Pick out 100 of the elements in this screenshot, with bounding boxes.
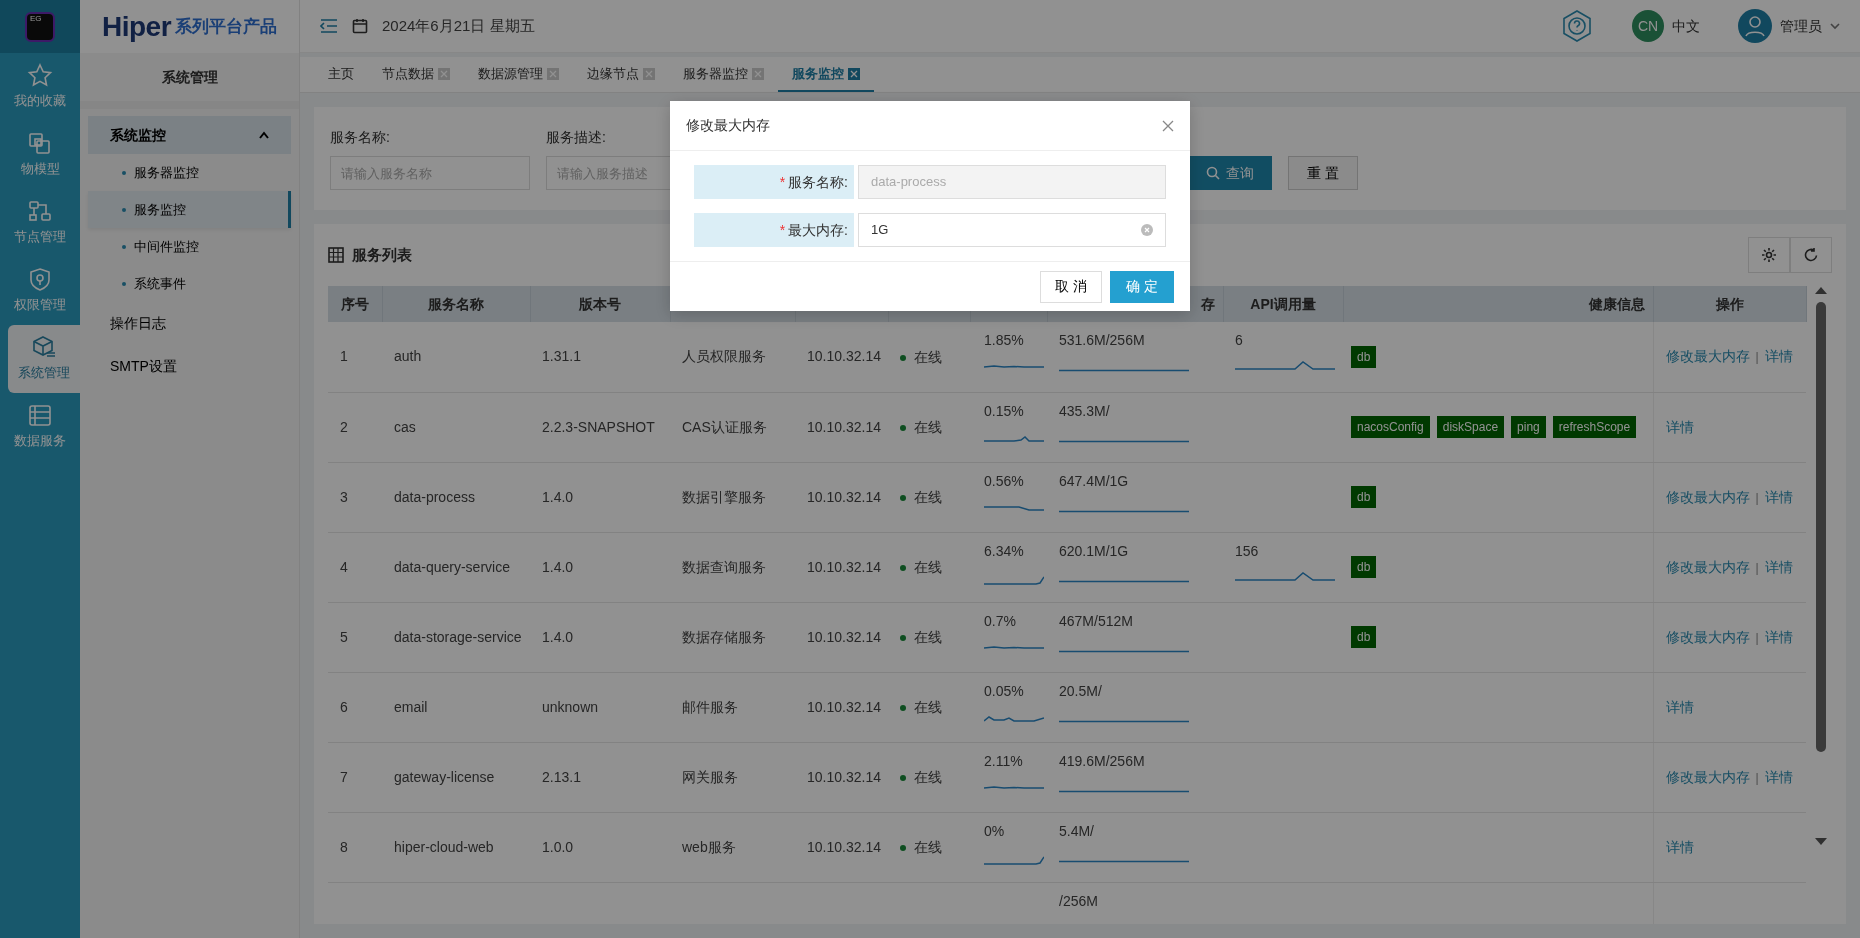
close-icon[interactable] (1162, 119, 1174, 132)
action-link[interactable]: 修改最大内存 (1665, 558, 1750, 575)
scrollbar-thumb[interactable] (1815, 302, 1826, 752)
sidebar-item[interactable]: 服务器监控 (88, 154, 291, 191)
table-cell: data-query-service (394, 558, 510, 575)
table-cell: 10.10.32.14 (807, 488, 881, 505)
clear-icon[interactable] (1141, 224, 1153, 236)
tab[interactable]: 节点数据 (368, 58, 464, 92)
status-text: 在线 (914, 348, 942, 367)
column-header: 服务名称 (428, 295, 484, 312)
status-text: 在线 (914, 838, 942, 858)
table-cell: 8 (340, 838, 348, 855)
action-link[interactable]: 修改最大内存 (1665, 768, 1750, 785)
action-link[interactable]: 详情 (1665, 838, 1694, 855)
tab[interactable]: 边缘节点 (573, 58, 669, 92)
action-link[interactable]: 详情 (1764, 348, 1793, 365)
shield-icon (27, 267, 53, 292)
sidebar-item[interactable]: 中间件监控 (88, 228, 291, 265)
tab[interactable]: 服务监控 (778, 58, 874, 92)
action-link[interactable]: 详情 (1764, 628, 1793, 645)
query-button[interactable]: 查询 (1188, 156, 1272, 190)
list-icon (27, 403, 53, 428)
action-link[interactable]: 详情 (1764, 768, 1793, 785)
scroll-down-icon[interactable] (1814, 838, 1827, 846)
separator: | (1755, 770, 1759, 785)
refresh-icon (1803, 247, 1819, 263)
table-cell: 数据查询服务 (682, 558, 766, 575)
status-text: 在线 (914, 768, 942, 788)
help-icon[interactable] (1560, 9, 1594, 43)
action-link[interactable]: 修改最大内存 (1665, 348, 1750, 365)
action-link[interactable]: 详情 (1764, 488, 1793, 505)
table-cell: 4 (340, 558, 348, 575)
chevron-down-icon[interactable] (1830, 22, 1840, 30)
table-cell: 1.4.0 (542, 558, 574, 575)
user-name[interactable]: 管理员 (1780, 15, 1822, 37)
table-cell: 10.10.32.14 (807, 768, 881, 785)
sidebar-group[interactable]: 系统监控 (88, 116, 291, 154)
rail-item[interactable]: 数据服务 (0, 393, 80, 461)
required-mark: * (779, 172, 786, 192)
refresh-button[interactable] (1790, 237, 1832, 273)
action-link[interactable]: 详情 (1764, 558, 1793, 575)
cancel-button[interactable]: 取 消 (1040, 270, 1103, 303)
rail-item[interactable]: 系统管理 (8, 325, 80, 393)
table-cell: 1.31.1 (542, 348, 581, 365)
table-cell: 5 (340, 628, 348, 645)
bullet-icon (122, 244, 126, 249)
table-cell: web服务 (682, 838, 736, 855)
cpu-usage: 1.85% (984, 331, 1025, 350)
nodes-icon (27, 199, 53, 224)
brand-name: Hiper (101, 9, 172, 44)
settings-icon (1761, 247, 1777, 263)
table-cell: CAS认证服务 (682, 418, 767, 435)
status-dot-icon (900, 354, 906, 361)
bullet-icon (122, 170, 126, 175)
cpu-usage: 0.15% (984, 401, 1025, 421)
confirm-button[interactable]: 确 定 (1110, 270, 1174, 303)
language-avatar[interactable]: CN (1632, 10, 1664, 42)
action-link[interactable]: 修改最大内存 (1665, 628, 1750, 645)
status-dot-icon (900, 494, 906, 501)
date-text: 2024年6月21日 星期五 (382, 15, 535, 36)
action-link[interactable]: 详情 (1665, 418, 1694, 435)
status-dot-icon (900, 844, 906, 851)
tab[interactable]: 数据源管理 (464, 58, 573, 92)
required-mark: * (779, 220, 786, 240)
sidebar-item[interactable]: 服务监控 (88, 191, 291, 228)
column-header: API调用量 (1250, 295, 1316, 312)
scroll-up-icon[interactable] (1814, 286, 1827, 294)
close-icon[interactable] (848, 68, 860, 80)
cpu-sparkline (984, 855, 1044, 865)
rail-item[interactable]: 权限管理 (0, 257, 80, 325)
bullet-icon (122, 207, 126, 212)
table-cell: gateway-license (394, 768, 495, 785)
status-dot-icon (900, 704, 906, 711)
column-header: 序号 (340, 295, 369, 312)
table-cell: auth (394, 348, 422, 365)
column-header: 版本号 (579, 295, 621, 312)
cpu-usage: 0.56% (984, 471, 1025, 491)
language-label[interactable]: 中文 (1672, 15, 1700, 37)
tab[interactable]: 服务器监控 (669, 58, 778, 92)
reset-button[interactable]: 重 置 (1288, 156, 1358, 190)
field-label: 服务名称: (330, 128, 391, 147)
input-field[interactable]: 1G (858, 213, 1166, 247)
tab[interactable]: 主页 (314, 58, 368, 92)
sidebar-item[interactable]: SMTP设置 (88, 345, 291, 388)
status-dot-icon (900, 634, 906, 641)
rail-item[interactable]: 我的收藏 (0, 53, 80, 121)
menu-icon[interactable] (320, 18, 338, 34)
rail-item[interactable]: 节点管理 (0, 189, 80, 257)
settings-button[interactable] (1748, 237, 1790, 273)
table-cell: 10.10.32.14 (807, 558, 881, 575)
table-cell: 10.10.32.14 (807, 348, 881, 365)
sidebar-item[interactable]: 操作日志 (88, 302, 291, 345)
table-cell: 邮件服务 (682, 698, 738, 715)
action-link[interactable]: 修改最大内存 (1665, 488, 1750, 505)
sidebar-item[interactable]: 系统事件 (88, 265, 291, 302)
column-header: 存 (1200, 295, 1215, 312)
rail-item[interactable]: 物模型 (0, 121, 80, 189)
table-icon (328, 247, 344, 263)
action-link[interactable]: 详情 (1665, 698, 1694, 715)
user-avatar-icon[interactable] (1738, 9, 1772, 43)
